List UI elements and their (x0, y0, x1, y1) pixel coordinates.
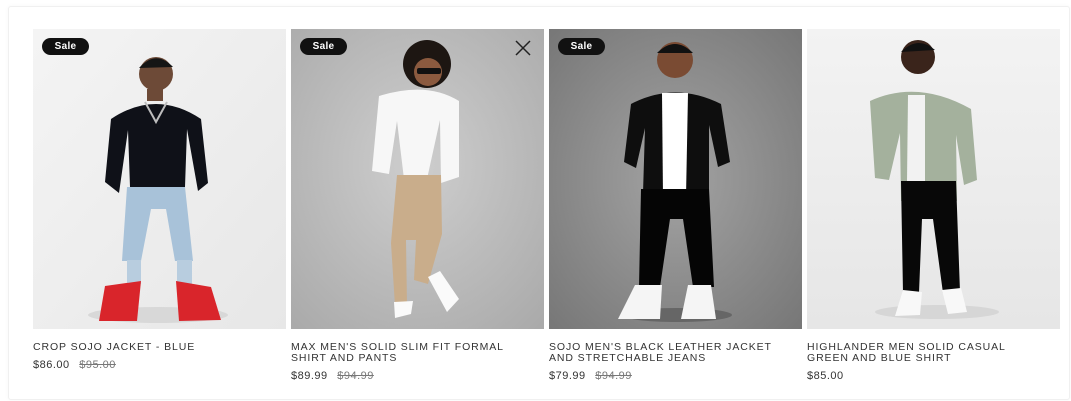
original-price: $94.99 (595, 370, 632, 382)
original-price: $95.00 (79, 359, 116, 371)
current-price: $89.99 (291, 370, 328, 382)
product-title[interactable]: HIGHLANDER MEN SOLID CASUAL GREEN AND BL… (807, 342, 1060, 366)
sale-badge: Sale (42, 38, 89, 55)
current-price: $79.99 (549, 370, 586, 382)
product-photo[interactable] (549, 29, 802, 329)
product-card[interactable]: Sale CROP SOJO JACKET - BLUE $86.00 $95.… (33, 29, 286, 382)
price-row: $86.00 $95.00 (33, 359, 286, 371)
product-image[interactable]: Sale (33, 29, 286, 329)
current-price: $85.00 (807, 370, 844, 382)
product-card[interactable]: Sale MAX MEN'S SOLID SLIM FIT FORMAL SHI… (291, 29, 544, 382)
product-photo[interactable] (807, 29, 1060, 329)
product-image[interactable] (807, 29, 1060, 329)
product-card[interactable]: Sale SOJO MEN'S BLACK LEATHER JACKET AND… (549, 29, 802, 382)
current-price: $86.00 (33, 359, 70, 371)
price-row: $89.99 $94.99 (291, 370, 544, 382)
product-image[interactable]: Sale (291, 29, 544, 329)
sale-badge: Sale (300, 38, 347, 55)
product-image[interactable]: Sale (549, 29, 802, 329)
product-photo[interactable] (33, 29, 286, 329)
close-icon[interactable] (514, 39, 532, 57)
price-row: $79.99 $94.99 (549, 370, 802, 382)
sale-badge: Sale (558, 38, 605, 55)
price-row: $85.00 (807, 370, 1060, 382)
product-photo[interactable] (291, 29, 544, 329)
product-grid: Sale CROP SOJO JACKET - BLUE $86.00 $95.… (33, 29, 1060, 382)
original-price: $94.99 (337, 370, 374, 382)
product-title[interactable]: MAX MEN'S SOLID SLIM FIT FORMAL SHIRT AN… (291, 342, 544, 366)
product-card[interactable]: HIGHLANDER MEN SOLID CASUAL GREEN AND BL… (807, 29, 1060, 382)
product-title[interactable]: SOJO MEN'S BLACK LEATHER JACKET AND STRE… (549, 342, 802, 366)
